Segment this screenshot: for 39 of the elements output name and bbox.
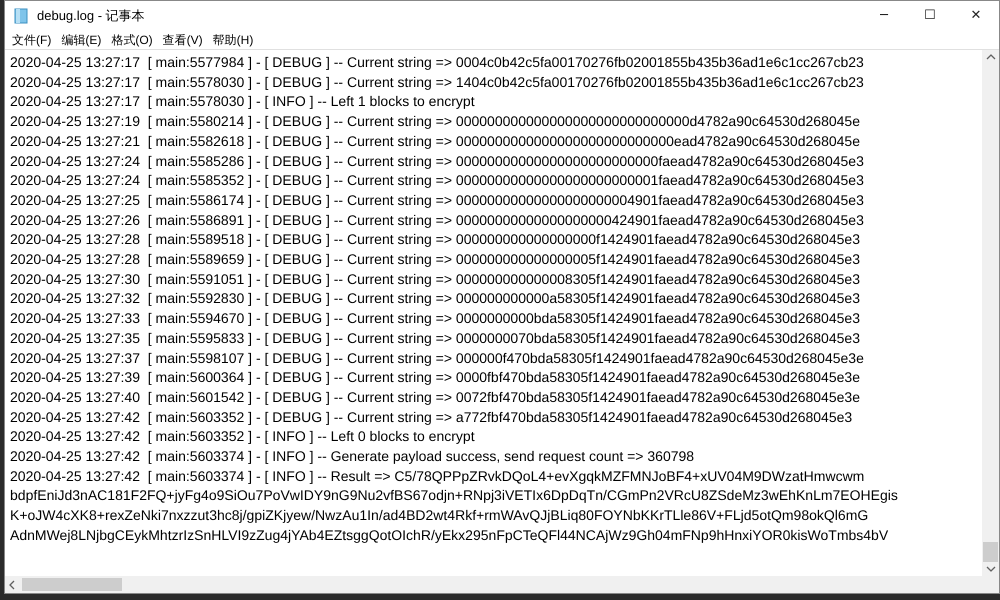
menu-item[interactable]: 查看(V) [162, 31, 204, 49]
window-control-button[interactable]: ☐ [907, 1, 953, 31]
log-line: 2020-04-25 13:27:32 [ main:5592830 ] - [ DEBUG ] -- Current string => 000000000000a58305f1424901faead4782a90c64530d268045e3 [10, 289, 860, 308]
log-line: 2020-04-25 13:27:42 [ main:5603352 ] - [ DEBUG ] -- Current string => a772fbf470bda58305f1424901faead4782a90c64530d268045e3 [10, 408, 852, 427]
log-line: 2020-04-25 13:27:21 [ main:5582618 ] - [ DEBUG ] -- Current string => 0000000000000000000000000000ead4782a90c64530d268045e [10, 132, 860, 151]
log-line: 2020-04-25 13:27:39 [ main:5600364 ] - [ DEBUG ] -- Current string => 0000fbf470bda58305f1424901faead4782a90c64530d268045e3e [10, 368, 860, 388]
log-line: 2020-04-25 13:27:24 [ main:5585286 ] - [ DEBUG ] -- Current string => 00000000000000000000000000faead4782a90c64530d268045e3 [10, 152, 864, 171]
scrollbar-thumb[interactable] [983, 542, 998, 562]
window-control-button[interactable]: ─ [861, 1, 907, 31]
log-line: 2020-04-25 13:27:35 [ main:5595833 ] - [ DEBUG ] -- Current string => 0000000070bda58305f1424901faead4782a90c64530d268045e3 [10, 328, 860, 348]
window-title: debug.log - 记事本 [37, 7, 145, 26]
menu-item[interactable]: 编辑(E) [60, 31, 102, 49]
log-line: 2020-04-25 13:27:42 [ main:5603374 ] - [ INFO ] -- Result => C5/78QPPpZRvkDQoL4+evXgqkMZFMNJoBF4+xUV04M9DWzatHmwcwm [10, 466, 864, 486]
log-line: 2020-04-25 13:27:24 [ main:5585352 ] - [ DEBUG ] -- Current string => 00000000000000000000000001faead4782a90c64530d268045e3 [10, 171, 864, 190]
notepad-icon [13, 8, 29, 24]
vertical-scrollbar[interactable] [982, 50, 999, 593]
log-line: AdnMWej8LNjbgCEykMhtzrIzSnHLVI9zZug4jYAb4EZtsggQotOIchR/yEkx295nFpCTeQFl44NCAjWz9Gh04mFNp9hHnxiYOR0kisWoTmbs4bV [10, 526, 888, 545]
log-line: 2020-04-25 13:27:30 [ main:5591051 ] - [ DEBUG ] -- Current string => 000000000000008305f1424901faead4782a90c64530d268045e3 [10, 270, 860, 289]
menu-item[interactable]: 文件(F) [11, 31, 52, 49]
window-control-button[interactable]: ✕ [953, 1, 999, 31]
log-line: 2020-04-25 13:27:17 [ main:5577984 ] - [ DEBUG ] -- Current string => 0004c0b42c5fa00170276fb02001855b435b36ad1e6c1cc267cb23 [10, 53, 864, 72]
log-line: 2020-04-25 13:27:42 [ main:5603352 ] - [ INFO ] -- Left 0 blocks to encrypt [10, 427, 475, 446]
log-line: 2020-04-25 13:27:28 [ main:5589659 ] - [ DEBUG ] -- Current string => 000000000000000005f1424901faead4782a90c64530d268045e3 [10, 250, 860, 270]
menu-item[interactable]: 格式(O) [110, 31, 154, 49]
log-line: 2020-04-25 13:27:26 [ main:5586891 ] - [ DEBUG ] -- Current string => 00000000000000000000424901faead4782a90c64530d268045e3 [10, 210, 864, 230]
log-line: bdpfEniJd3nAC181F2FQ+jyFg4o9SiOu7PoVwIDY9nG9Nu2vfBS67odjn+RNpj3iVETIx6DpDqTn/CGmPn2VRcU8ZSdeMz3wEhKnLm7EOHEgis [10, 486, 898, 506]
log-line: 2020-04-25 13:27:17 [ main:5578030 ] - [ INFO ] -- Left 1 blocks to encrypt [10, 92, 475, 112]
menu-item[interactable]: 帮助(H) [212, 31, 254, 49]
log-line: 2020-04-25 13:27:28 [ main:5589518 ] - [ DEBUG ] -- Current string => 000000000000000000f1424901faead4782a90c64530d268045e3 [10, 230, 860, 250]
log-line: K+oJW4cXK8+rexZeNki7nxzzut3hc8j/gpiZKjyew/NwzAu1In/ad4BD2wt4Rkf+rmWAvQJjBLiq80FOYNbKKrTLle86V+FLjd5otQm98okQl6mG [10, 506, 868, 526]
scrollbar-thumb[interactable] [22, 578, 122, 591]
log-line: 2020-04-25 13:27:19 [ main:5580214 ] - [ DEBUG ] -- Current string => 000000000000000000000000000000d4782a90c64530d268045e [10, 112, 860, 132]
log-line: 2020-04-25 13:27:40 [ main:5601542 ] - [ DEBUG ] -- Current string => 0072fbf470bda58305f1424901faead4782a90c64530d268045e3e [10, 388, 860, 407]
log-line: 2020-04-25 13:27:33 [ main:5594670 ] - [ DEBUG ] -- Current string => 0000000000bda58305f1424901faead4782a90c64530d268045e3 [10, 309, 860, 328]
log-line: 2020-04-25 13:27:25 [ main:5586174 ] - [ DEBUG ] -- Current string => 00000000000000000000004901faead4782a90c64530d268045e3 [10, 190, 864, 210]
log-line: 2020-04-25 13:27:17 [ main:5578030 ] - [ DEBUG ] -- Current string => 1404c0b42c5fa00170276fb02001855b435b36ad1e6c1cc267cb23 [10, 72, 864, 92]
log-line: 2020-04-25 13:27:42 [ main:5603374 ] - [ INFO ] -- Generate payload success, send request count => 360798 [10, 447, 694, 466]
horizontal-scrollbar[interactable] [5, 576, 982, 593]
log-line: 2020-04-25 13:27:37 [ main:5598107 ] - [ DEBUG ] -- Current string => 000000f470bda58305f1424901faead4782a90c64530d268045e3e [10, 348, 864, 368]
